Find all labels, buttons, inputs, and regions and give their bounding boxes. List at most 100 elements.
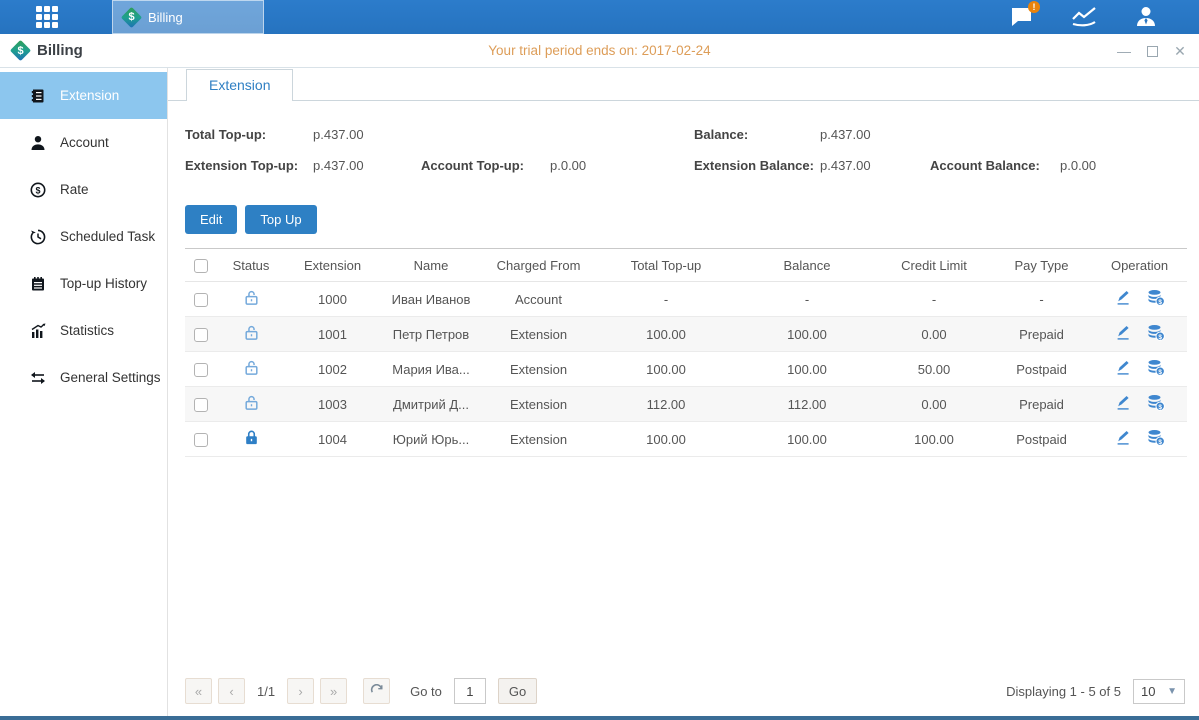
edit-row-icon[interactable] bbox=[1115, 325, 1131, 341]
account-balance-label: Account Balance: bbox=[930, 158, 1040, 173]
edit-row-icon[interactable] bbox=[1115, 395, 1131, 411]
sidebar-label: Statistics bbox=[60, 323, 114, 338]
notification-badge: ! bbox=[1028, 1, 1040, 13]
select-all-checkbox[interactable] bbox=[194, 259, 208, 273]
status-lock-icon[interactable] bbox=[243, 324, 260, 341]
locked-icon bbox=[243, 429, 260, 446]
row-checkbox[interactable] bbox=[194, 433, 208, 447]
unlocked-icon bbox=[243, 324, 260, 341]
svg-text:$: $ bbox=[35, 185, 40, 195]
col-total-topup: Total Top-up bbox=[595, 249, 737, 282]
edit-row-icon[interactable] bbox=[1115, 430, 1131, 446]
extension-balance-value: p.437.00 bbox=[820, 158, 871, 173]
sidebar-item-statistics[interactable]: Statistics bbox=[0, 307, 167, 354]
status-lock-icon[interactable] bbox=[243, 359, 260, 376]
table-row[interactable]: 1004 Юрий Юрь... Extension 100.00 100.00… bbox=[185, 422, 1187, 457]
notepad-icon bbox=[30, 276, 46, 292]
edit-row-icon[interactable] bbox=[1115, 360, 1131, 376]
user-account-icon[interactable] bbox=[1133, 4, 1159, 30]
billing-app-window: { "taskbar": { "app_tab_label": "Billing… bbox=[0, 0, 1199, 720]
sidebar-label: Extension bbox=[60, 88, 119, 103]
col-credit-limit: Credit Limit bbox=[877, 249, 991, 282]
balance-value: p.437.00 bbox=[820, 127, 871, 142]
sidebar-item-topup-history[interactable]: Top-up History bbox=[0, 260, 167, 307]
topup-row-icon[interactable]: $ bbox=[1147, 289, 1165, 306]
page-size-select[interactable]: 10 ▼ bbox=[1133, 679, 1185, 704]
extension-table: Status Extension Name Charged From Total… bbox=[185, 248, 1187, 457]
messages-icon[interactable]: ! bbox=[1009, 4, 1035, 30]
page-size-value: 10 bbox=[1141, 684, 1155, 699]
close-button[interactable]: ✕ bbox=[1173, 44, 1187, 58]
sidebar-item-rate[interactable]: $ Rate bbox=[0, 166, 167, 213]
taskbar-tab-billing[interactable]: $ Billing bbox=[112, 0, 264, 34]
operation-cell: $ bbox=[1115, 429, 1165, 446]
table-row[interactable]: 1000 Иван Иванов Account - - - - $ bbox=[185, 282, 1187, 317]
row-checkbox[interactable] bbox=[194, 328, 208, 342]
first-page-button[interactable]: « bbox=[185, 678, 212, 704]
refresh-button[interactable] bbox=[363, 678, 390, 704]
col-pay-type: Pay Type bbox=[991, 249, 1092, 282]
window-title: Billing bbox=[37, 42, 83, 59]
svg-text:$: $ bbox=[1158, 334, 1162, 341]
prev-page-button[interactable]: ‹ bbox=[218, 678, 245, 704]
col-charged-from: Charged From bbox=[482, 249, 595, 282]
app-grid-icon[interactable] bbox=[36, 6, 62, 28]
next-page-button[interactable]: › bbox=[287, 678, 314, 704]
operation-cell: $ bbox=[1115, 324, 1165, 341]
sidebar-label: Account bbox=[60, 135, 109, 150]
topup-button[interactable]: Top Up bbox=[245, 205, 316, 234]
table-row[interactable]: 1003 Дмитрий Д... Extension 112.00 112.0… bbox=[185, 387, 1187, 422]
sidebar-item-account[interactable]: Account bbox=[0, 119, 167, 166]
minimize-button[interactable]: — bbox=[1117, 44, 1131, 58]
row-checkbox[interactable] bbox=[194, 363, 208, 377]
ledger-icon bbox=[30, 88, 46, 104]
sidebar-item-general-settings[interactable]: General Settings bbox=[0, 354, 167, 401]
unlocked-icon bbox=[243, 394, 260, 411]
account-topup-label: Account Top-up: bbox=[421, 158, 524, 173]
window-titlebar: $ Billing Your trial period ends on: 201… bbox=[0, 34, 1199, 68]
refresh-icon bbox=[370, 684, 384, 698]
go-button[interactable]: Go bbox=[498, 678, 537, 704]
status-lock-icon[interactable] bbox=[243, 289, 260, 306]
operation-cell: $ bbox=[1115, 359, 1165, 376]
chevron-down-icon: ▼ bbox=[1167, 686, 1177, 697]
tab-strip: Extension bbox=[168, 68, 1199, 101]
sidebar-label: Scheduled Task bbox=[60, 229, 155, 244]
billing-summary: Total Top-up: p.437.00 Balance: p.437.00… bbox=[168, 121, 1199, 193]
col-status: Status bbox=[217, 249, 285, 282]
page-indicator: 1/1 bbox=[257, 684, 275, 699]
reports-chart-icon[interactable] bbox=[1071, 4, 1097, 30]
extension-topup-label: Extension Top-up: bbox=[185, 158, 298, 173]
operation-cell: $ bbox=[1115, 394, 1165, 411]
last-page-button[interactable]: » bbox=[320, 678, 347, 704]
topup-row-icon[interactable]: $ bbox=[1147, 394, 1165, 411]
svg-text:$: $ bbox=[1158, 369, 1162, 376]
row-checkbox[interactable] bbox=[194, 293, 208, 307]
table-row[interactable]: 1002 Мария Ива... Extension 100.00 100.0… bbox=[185, 352, 1187, 387]
dollar-circle-icon: $ bbox=[30, 182, 46, 198]
goto-page-input[interactable] bbox=[454, 678, 486, 704]
table-header-row: Status Extension Name Charged From Total… bbox=[185, 249, 1187, 282]
topup-row-icon[interactable]: $ bbox=[1147, 429, 1165, 446]
person-icon bbox=[30, 135, 46, 151]
billing-app-icon: $ bbox=[123, 9, 140, 26]
tab-extension[interactable]: Extension bbox=[186, 69, 293, 101]
balance-label: Balance: bbox=[694, 127, 748, 142]
topup-row-icon[interactable]: $ bbox=[1147, 324, 1165, 341]
sidebar-item-extension[interactable]: Extension bbox=[0, 72, 167, 119]
topup-row-icon[interactable]: $ bbox=[1147, 359, 1165, 376]
total-topup-label: Total Top-up: bbox=[185, 127, 266, 142]
edit-button[interactable]: Edit bbox=[185, 205, 237, 234]
clock-icon bbox=[30, 229, 46, 245]
row-checkbox[interactable] bbox=[194, 398, 208, 412]
status-lock-icon[interactable] bbox=[243, 429, 260, 446]
status-lock-icon[interactable] bbox=[243, 394, 260, 411]
taskbar-right-icons: ! bbox=[1009, 0, 1159, 34]
svg-text:$: $ bbox=[1158, 404, 1162, 411]
sidebar-item-scheduled-task[interactable]: Scheduled Task bbox=[0, 213, 167, 260]
maximize-button[interactable] bbox=[1147, 46, 1158, 57]
operation-cell: $ bbox=[1115, 289, 1165, 306]
table-row[interactable]: 1001 Петр Петров Extension 100.00 100.00… bbox=[185, 317, 1187, 352]
edit-row-icon[interactable] bbox=[1115, 290, 1131, 306]
window-body: Extension Account $ Rate Scheduled Task … bbox=[0, 68, 1199, 716]
